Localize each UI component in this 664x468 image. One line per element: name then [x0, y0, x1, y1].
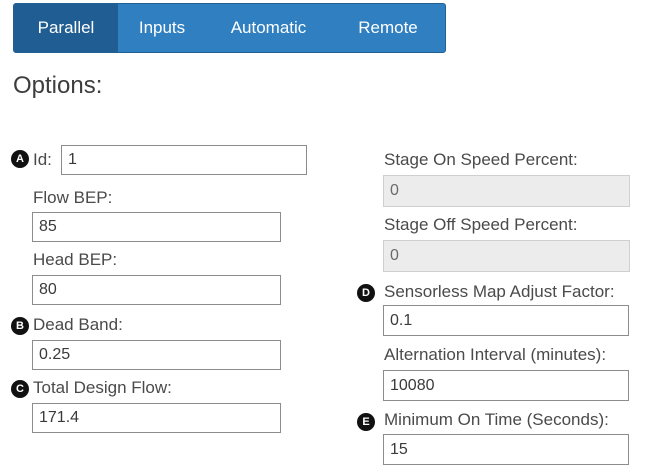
marker-a: A — [11, 150, 29, 168]
tab-parallel[interactable]: Parallel — [14, 4, 118, 52]
tab-remote[interactable]: Remote — [331, 4, 445, 52]
marker-e: E — [357, 413, 375, 431]
total-design-flow-input[interactable] — [32, 403, 281, 433]
alternation-input[interactable] — [383, 370, 629, 401]
options-tab-bar: Parallel Inputs Automatic Remote — [13, 3, 446, 53]
id-input[interactable] — [61, 145, 307, 175]
marker-b: B — [11, 317, 29, 335]
dead-band-input[interactable] — [32, 340, 281, 370]
flow-bep-input[interactable] — [32, 212, 281, 242]
tab-automatic[interactable]: Automatic — [206, 4, 331, 52]
stage-on-label: Stage On Speed Percent: — [384, 150, 578, 169]
stage-off-input[interactable] — [383, 240, 630, 272]
head-bep-label: Head BEP: — [33, 250, 118, 269]
id-label: Id: — [33, 150, 52, 169]
min-on-input[interactable] — [383, 434, 629, 465]
flow-bep-label: Flow BEP: — [33, 188, 113, 207]
head-bep-input[interactable] — [32, 275, 281, 305]
dead-band-label: Dead Band: — [33, 315, 123, 334]
stage-on-input[interactable] — [383, 175, 630, 207]
marker-d: D — [357, 284, 375, 302]
page-title: Options: — [13, 72, 103, 99]
sensorless-label: Sensorless Map Adjust Factor: — [384, 282, 615, 301]
alternation-label: Alternation Interval (minutes): — [384, 345, 607, 364]
sensorless-input[interactable] — [383, 305, 629, 336]
tab-inputs[interactable]: Inputs — [118, 4, 206, 52]
stage-off-label: Stage Off Speed Percent: — [384, 215, 578, 234]
marker-c: C — [11, 380, 29, 398]
total-design-flow-label: Total Design Flow: — [33, 378, 172, 397]
min-on-label: Minimum On Time (Seconds): — [384, 410, 609, 429]
